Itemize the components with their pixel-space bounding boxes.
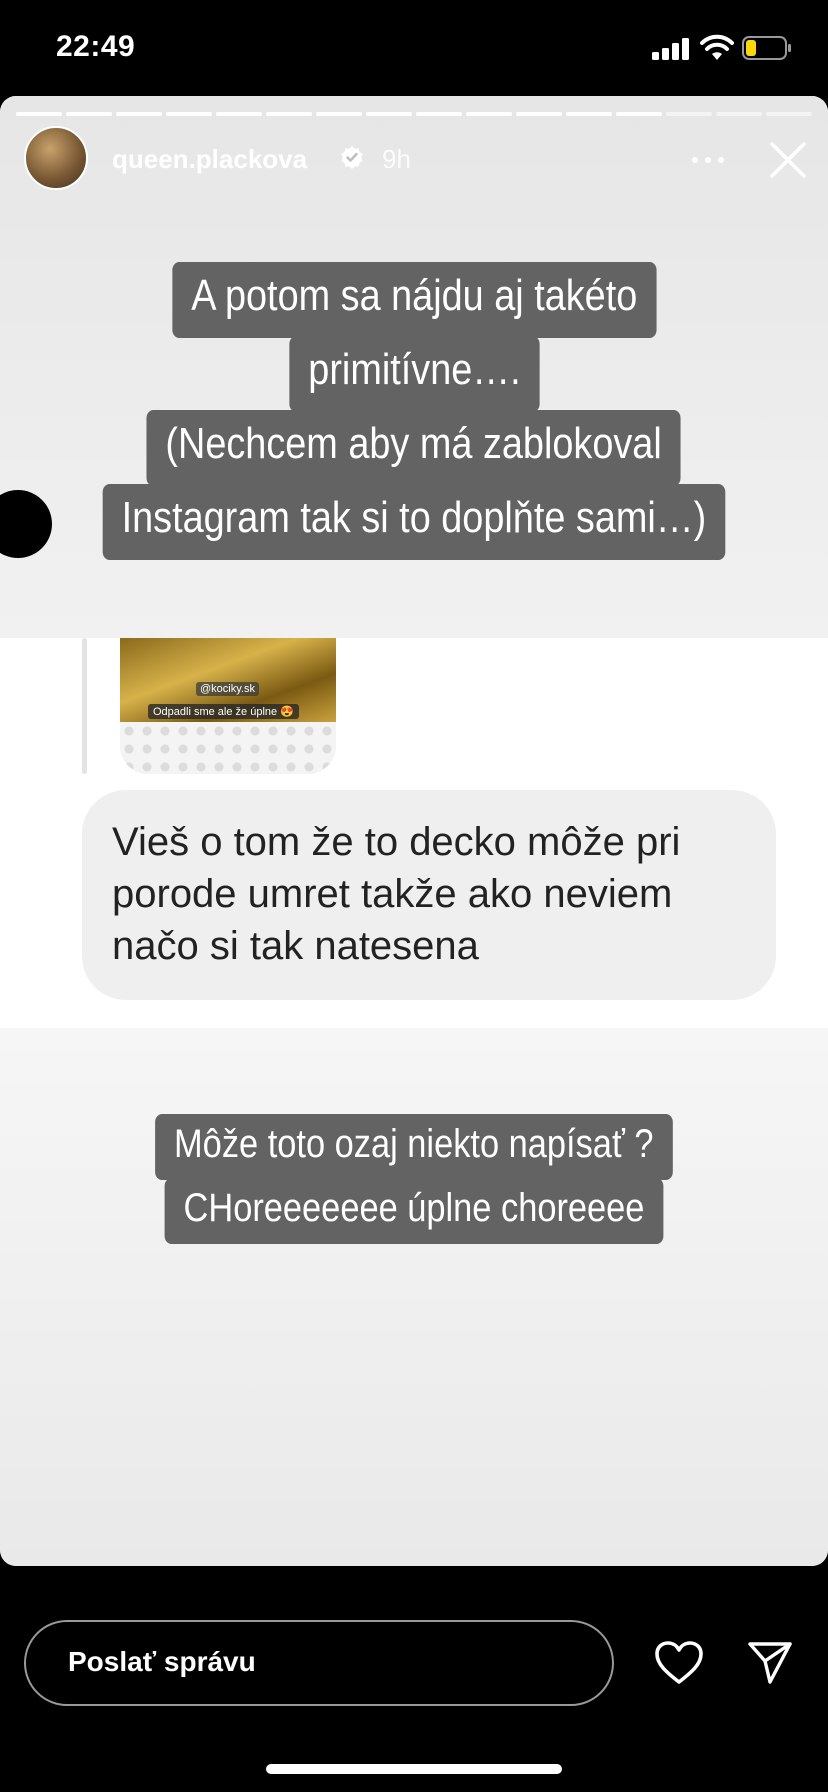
progress-segment bbox=[416, 112, 462, 116]
story-bottom-area bbox=[0, 1028, 828, 1566]
caption-line: Instagram tak si to doplňte sami…) bbox=[102, 484, 726, 560]
progress-segment bbox=[16, 112, 62, 116]
cellular-signal-icon bbox=[652, 38, 689, 60]
progress-segment bbox=[216, 112, 262, 116]
progress-segment bbox=[166, 112, 212, 116]
caption-line: CHoreeeeeee úplne choreeee bbox=[164, 1178, 664, 1244]
story-caption-bottom: Môže toto ozaj niekto napísať ? CHoreeee… bbox=[0, 1114, 828, 1244]
progress-segment bbox=[666, 112, 712, 116]
wifi-icon bbox=[700, 34, 734, 60]
progress-segment bbox=[616, 112, 662, 116]
send-message-input[interactable]: Poslať správu bbox=[24, 1620, 614, 1706]
battery-low-icon bbox=[742, 36, 791, 60]
story-time-ago: 9h bbox=[382, 144, 411, 174]
caption-line: Môže toto ozaj niekto napísať ? bbox=[155, 1114, 673, 1180]
thumbnail-pattern bbox=[120, 722, 336, 774]
progress-segment bbox=[516, 112, 562, 116]
progress-segment bbox=[716, 112, 762, 116]
story-header: queen.plackova 9h bbox=[0, 126, 828, 196]
more-options-icon[interactable] bbox=[690, 148, 726, 172]
heart-icon[interactable] bbox=[654, 1640, 704, 1686]
reply-indicator-bar bbox=[82, 638, 87, 774]
verified-badge-icon bbox=[341, 146, 363, 169]
progress-segment bbox=[266, 112, 312, 116]
progress-segment bbox=[766, 112, 812, 116]
avatar[interactable] bbox=[24, 126, 88, 190]
username[interactable]: queen.plackova bbox=[112, 144, 307, 175]
thumbnail-mention: @kociky.sk bbox=[196, 682, 259, 696]
progress-segment bbox=[66, 112, 112, 116]
send-message-placeholder: Poslať správu bbox=[68, 1646, 256, 1677]
home-indicator[interactable] bbox=[266, 1764, 562, 1774]
progress-segment bbox=[466, 112, 512, 116]
caption-line: A potom sa nájdu aj takéto bbox=[172, 262, 656, 338]
status-time: 22:49 bbox=[56, 30, 136, 63]
progress-segment bbox=[316, 112, 362, 116]
message-bubble: Vieš o tom že to decko môže pri porode u… bbox=[82, 790, 776, 1000]
caption-line: (Nechcem aby má zablokoval bbox=[146, 410, 682, 486]
send-icon[interactable] bbox=[746, 1640, 794, 1686]
quoted-story-thumbnail: @kociky.sk Odpadli sme ale že úplne 😍 bbox=[120, 638, 336, 774]
progress-segment bbox=[116, 112, 162, 116]
close-icon[interactable] bbox=[766, 138, 810, 182]
caption-line: primitívne…. bbox=[288, 336, 540, 412]
story-viewer[interactable]: queen.plackova 9h A potom sa nájdu aj ta… bbox=[0, 96, 828, 1566]
chat-screenshot: @kociky.sk Odpadli sme ale že úplne 😍 Vi… bbox=[0, 638, 828, 1028]
story-progress-bar bbox=[16, 112, 812, 116]
message-text: Vieš o tom že to decko môže pri porode u… bbox=[112, 820, 681, 968]
story-caption-top: A potom sa nájdu aj takéto primitívne…. … bbox=[0, 262, 828, 560]
thumbnail-caption: Odpadli sme ale že úplne 😍 bbox=[148, 704, 299, 719]
progress-segment bbox=[366, 112, 412, 116]
progress-segment bbox=[566, 112, 612, 116]
status-bar: 22:49 bbox=[0, 0, 828, 96]
